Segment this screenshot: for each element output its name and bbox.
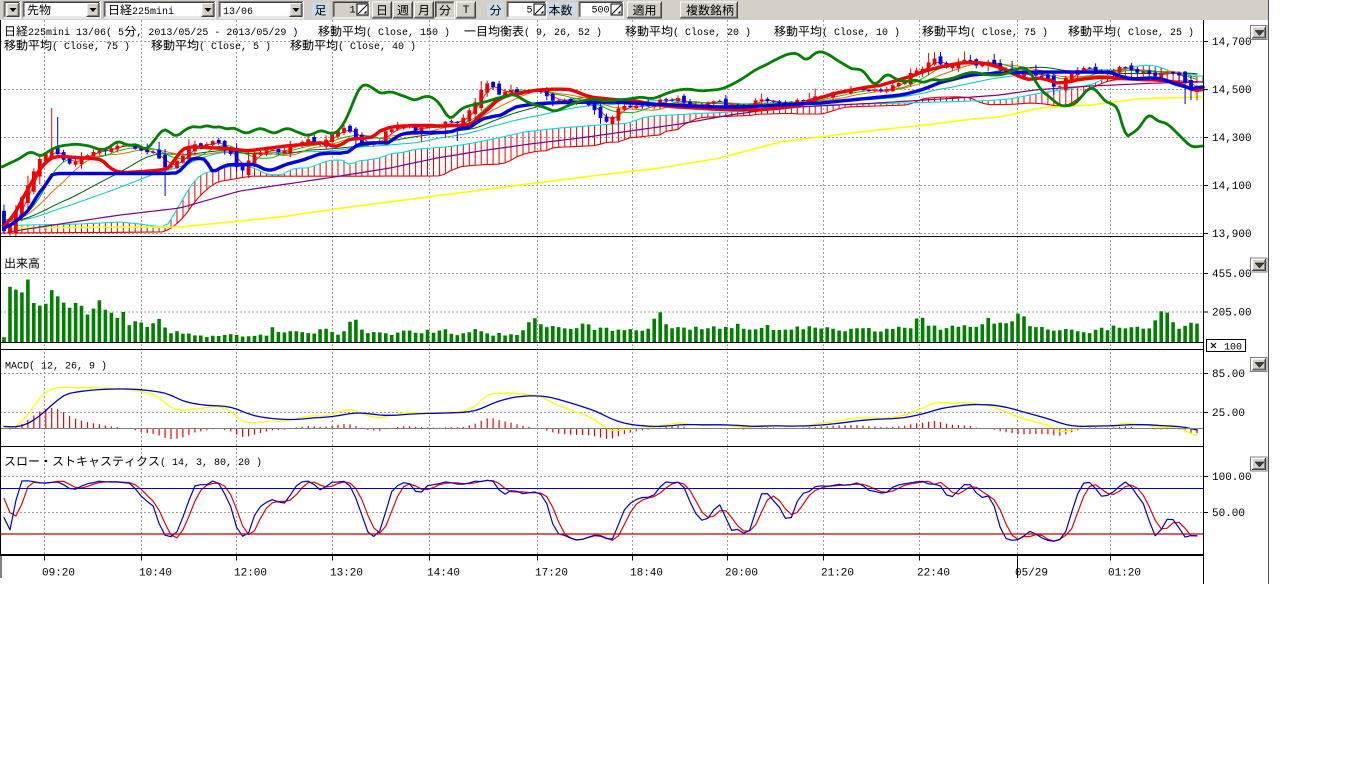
svg-text:85.00: 85.00 xyxy=(1212,369,1245,381)
svg-text:18:40: 18:40 xyxy=(630,568,663,580)
svg-text:50.00: 50.00 xyxy=(1212,508,1245,520)
svg-text:( Close, 75 ): ( Close, 75 ) xyxy=(52,41,130,53)
svg-text:500: 500 xyxy=(591,6,609,17)
svg-text:( Close, 75 ): ( Close, 75 ) xyxy=(970,27,1048,39)
svg-text:13/06: 13/06 xyxy=(223,6,253,18)
svg-text:( Close, 5 ): ( Close, 5 ) xyxy=(199,41,271,53)
svg-text:100: 100 xyxy=(1224,343,1242,354)
svg-text:100.00: 100.00 xyxy=(1212,472,1252,484)
svg-text:225mini: 225mini xyxy=(132,6,174,18)
svg-text:( Close, 40 ): ( Close, 40 ) xyxy=(338,41,416,53)
svg-text:20:00: 20:00 xyxy=(725,568,758,580)
svg-text:22:40: 22:40 xyxy=(917,568,950,580)
svg-text:5: 5 xyxy=(526,6,532,17)
svg-text:10:40: 10:40 xyxy=(139,568,172,580)
svg-text:25.00: 25.00 xyxy=(1212,408,1245,420)
svg-text:14,500: 14,500 xyxy=(1212,85,1252,97)
svg-text:225mini 13/06( 5: 225mini 13/06( 5 xyxy=(28,27,124,39)
svg-text:( Close, 150 ): ( Close, 150 ) xyxy=(366,27,450,39)
svg-text:( Close, 10 ): ( Close, 10 ) xyxy=(822,27,900,39)
svg-text:17:20: 17:20 xyxy=(535,568,568,580)
svg-text:( Close, 20 ): ( Close, 20 ) xyxy=(673,27,751,39)
svg-text:21:20: 21:20 xyxy=(821,568,854,580)
svg-text:09:20: 09:20 xyxy=(42,568,75,580)
svg-text:14,700: 14,700 xyxy=(1212,37,1252,49)
svg-text:13:20: 13:20 xyxy=(330,568,363,580)
svg-text:MACD( 12, 26, 9 ): MACD( 12, 26, 9 ) xyxy=(5,361,107,373)
svg-text:455.00: 455.00 xyxy=(1212,269,1252,281)
svg-text:12:00: 12:00 xyxy=(234,568,267,580)
svg-text:( Close, 25 ): ( Close, 25 ) xyxy=(1116,27,1194,39)
svg-text:, 2013/05/25 - 2013/05/29 ): , 2013/05/25 - 2013/05/29 ) xyxy=(136,27,298,39)
svg-text:1: 1 xyxy=(349,6,355,17)
svg-text:14,300: 14,300 xyxy=(1212,133,1252,145)
svg-text:( 14, 3, 80, 20 ): ( 14, 3, 80, 20 ) xyxy=(160,457,262,469)
svg-text:05/29: 05/29 xyxy=(1015,568,1048,580)
svg-text:T: T xyxy=(463,5,470,17)
svg-text:( 9, 26, 52 ): ( 9, 26, 52 ) xyxy=(524,27,602,39)
svg-text:13,900: 13,900 xyxy=(1212,229,1252,241)
svg-text:205.00: 205.00 xyxy=(1212,308,1252,320)
svg-text:01:20: 01:20 xyxy=(1108,568,1141,580)
svg-text:14,100: 14,100 xyxy=(1212,181,1252,193)
svg-text:14:40: 14:40 xyxy=(427,568,460,580)
